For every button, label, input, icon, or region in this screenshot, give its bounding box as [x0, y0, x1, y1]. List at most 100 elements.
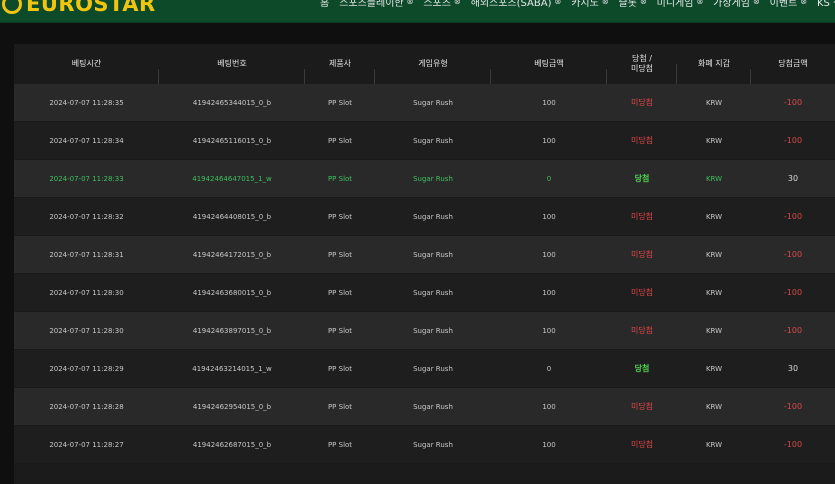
cell-result: 미당첨: [630, 288, 654, 297]
cell-bet-time: 2024-07-07 11:28:30: [49, 326, 124, 335]
cell-bet-time: 2024-07-07 11:28:27: [49, 440, 124, 449]
cell-currency: KRW: [705, 402, 723, 411]
cell-result: 미당첨: [630, 402, 654, 411]
chevron-down-icon: ⊗: [406, 0, 414, 6]
table-body: 2024-07-07 11:28:35 41942465344015_0_b PP …: [14, 84, 835, 464]
nav-item-sports[interactable]: 스포츠 ⊗: [423, 0, 460, 9]
cell-bet-time: 2024-07-07 11:28:32: [49, 212, 124, 221]
cell-game-type: Sugar Rush: [413, 288, 453, 297]
cell-currency: KRW: [705, 364, 723, 373]
cell-bet-time: 2024-07-07 11:28:35: [49, 98, 124, 107]
cell-win-amount: 30: [787, 364, 799, 373]
nav-item-casino[interactable]: 카지노 ⊗: [571, 0, 608, 9]
chevron-down-icon: ⊗: [696, 0, 704, 6]
header-currency: 화폐 지갑: [677, 59, 751, 89]
cell-bet-amount: 0: [546, 364, 552, 373]
table-row: 2024-07-07 11:28:33 41942464647015_1_w PP …: [14, 160, 835, 198]
cell-bet-amount: 100: [542, 98, 556, 107]
nav-item-home[interactable]: 홈: [320, 0, 329, 9]
cell-bet-time: 2024-07-07 11:28:28: [49, 402, 124, 411]
cell-currency: KRW: [705, 212, 723, 221]
chevron-down-icon: ⊗: [453, 0, 461, 6]
cell-bet-amount: 100: [542, 440, 556, 449]
cell-bet-no: 41942464647015_1_w: [192, 174, 272, 183]
table-row: 2024-07-07 11:28:31 41942464172015_0_b PP …: [14, 236, 835, 274]
brand-logo[interactable]: EUROSTAR: [2, 0, 156, 16]
cell-win-amount: -100: [783, 440, 803, 449]
cell-game-type: Sugar Rush: [413, 98, 453, 107]
cell-win-amount: 30: [787, 174, 799, 183]
header-result-line2: 미당첨: [630, 64, 654, 73]
nav-item-virtual[interactable]: 가상게임 ⊗: [713, 0, 760, 9]
header-result-line1: 당첨 /: [632, 54, 652, 63]
cell-game-type: Sugar Rush: [413, 326, 453, 335]
table-row: 2024-07-07 11:28:28 41942462954015_0_b PP …: [14, 388, 835, 426]
cell-result: 미당첨: [630, 250, 654, 259]
header-bet-no: 베팅번호: [159, 59, 305, 89]
cell-bet-no: 41942463214015_1_w: [192, 364, 272, 373]
brand-name: EUROSTAR: [26, 0, 156, 16]
cell-bet-amount: 100: [542, 250, 556, 259]
cell-result: 당첨: [634, 364, 650, 373]
cell-provider: PP Slot: [327, 212, 353, 221]
cell-currency: KRW: [705, 288, 723, 297]
cell-currency: KRW: [705, 174, 723, 183]
cell-win-amount: -100: [783, 288, 803, 297]
chevron-down-icon: ⊗: [554, 0, 562, 6]
cell-currency: KRW: [705, 326, 723, 335]
cell-win-amount: -100: [783, 212, 803, 221]
chevron-down-icon: ⊗: [601, 0, 609, 6]
cell-game-type: Sugar Rush: [413, 212, 453, 221]
cell-bet-amount: 100: [542, 326, 556, 335]
table-row: 2024-07-07 11:28:30 41942463680015_0_b PP …: [14, 274, 835, 312]
cell-game-type: Sugar Rush: [413, 402, 453, 411]
cell-result: 미당첨: [630, 98, 654, 107]
cell-win-amount: -100: [783, 98, 803, 107]
cell-bet-no: 41942464408015_0_b: [192, 212, 272, 221]
cell-game-type: Sugar Rush: [413, 136, 453, 145]
cell-bet-amount: 100: [542, 136, 556, 145]
header-bet-amount: 베팅금액: [491, 59, 607, 89]
table-row: 2024-07-07 11:28:29 41942463214015_1_w PP …: [14, 350, 835, 388]
cell-game-type: Sugar Rush: [413, 364, 453, 373]
cell-bet-time: 2024-07-07 11:28:30: [49, 288, 124, 297]
table-row: 2024-07-07 11:28:34 41942465116015_0_b PP …: [14, 122, 835, 160]
cell-bet-time: 2024-07-07 11:28:33: [49, 174, 124, 183]
cell-bet-time: 2024-07-07 11:28:31: [49, 250, 124, 259]
cell-provider: PP Slot: [327, 326, 353, 335]
nav-item-sports-live[interactable]: 스포츠플레이한 ⊗: [339, 0, 413, 9]
cell-currency: KRW: [705, 136, 723, 145]
cell-bet-no: 41942465116015_0_b: [192, 136, 272, 145]
header-bet-time: 베팅시간: [14, 59, 159, 89]
cell-provider: PP Slot: [327, 288, 353, 297]
nav-item-minigame[interactable]: 미니게임 ⊗: [657, 0, 704, 9]
table-row: 2024-07-07 11:28:30 41942463897015_0_b PP …: [14, 312, 835, 350]
top-navigation-bar: EUROSTAR 홈 스포츠플레이한 ⊗ 스포츠 ⊗ 해외스포츠(SABA) ⊗ 카지…: [0, 0, 835, 23]
cell-provider: PP Slot: [327, 98, 353, 107]
table-row: 2024-07-07 11:28:32 41942464408015_0_b PP …: [14, 198, 835, 236]
nav-item-event[interactable]: 이벤트 ⊗: [770, 0, 807, 9]
cell-provider: PP Slot: [327, 136, 353, 145]
chevron-down-icon: ⊗: [752, 0, 760, 6]
cell-bet-amount: 100: [542, 402, 556, 411]
cell-provider: PP Slot: [327, 174, 353, 183]
cell-provider: PP Slot: [327, 402, 353, 411]
bet-history-panel: 베팅시간 베팅번호 제품사 게임유형 베팅금액 당첨 / 미당첨 화폐 지갑 당…: [14, 44, 835, 484]
cell-win-amount: -100: [783, 136, 803, 145]
chevron-down-icon: ⊗: [639, 0, 647, 6]
cell-bet-amount: 100: [542, 288, 556, 297]
cell-provider: PP Slot: [327, 364, 353, 373]
header-win-amount: 당첨금액: [778, 59, 808, 68]
cell-bet-no: 41942463680015_0_b: [192, 288, 272, 297]
nav-item-saba[interactable]: 해외스포츠(SABA) ⊗: [471, 0, 562, 9]
cell-win-amount: -100: [783, 402, 803, 411]
table-row: 2024-07-07 11:28:27 41942462687015_0_b PP …: [14, 426, 835, 464]
cell-result: 미당첨: [630, 326, 654, 335]
cell-bet-amount: 100: [542, 212, 556, 221]
nav-item-ks[interactable]: KS 석토가기: [817, 0, 835, 9]
cell-currency: KRW: [705, 98, 723, 107]
cell-result: 미당첨: [630, 212, 654, 221]
cell-win-amount: -100: [783, 250, 803, 259]
cell-result: 미당첨: [630, 440, 654, 449]
nav-item-slot[interactable]: 슬롯 ⊗: [619, 0, 647, 9]
